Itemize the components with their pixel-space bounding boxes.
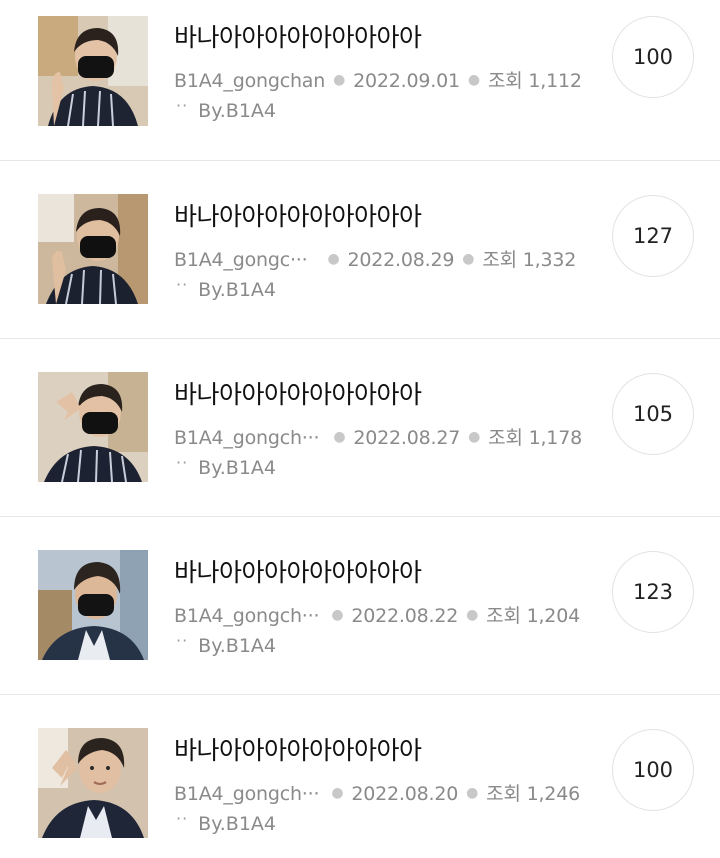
post-date: 2022.08.29 [347, 249, 455, 271]
post-date: 2022.08.20 [351, 783, 459, 805]
post-meta: B1A4_gongchan ● 2022.09.01 ● 조회 1,112 [174, 66, 582, 93]
author-name[interactable]: B1A4_gongchan [174, 70, 325, 92]
post-thumbnail[interactable] [38, 372, 148, 482]
ellipsis-icon: ·· [176, 96, 189, 115]
separator-dot-icon: ● [331, 785, 344, 801]
post-date: 2022.08.27 [353, 427, 461, 449]
separator-dot-icon: ● [466, 785, 479, 801]
separator-dot-icon: ● [467, 72, 480, 88]
by-label: By.B1A4 [198, 100, 276, 122]
separator-dot-icon: ● [331, 607, 344, 623]
ellipsis-icon: ·· [176, 453, 189, 472]
list-item[interactable]: 바나아아아아아아아아아 B1A4_gongc··· ● 2022.08.29 ● 조회 … [0, 161, 720, 339]
post-thumbnail[interactable] [38, 550, 148, 660]
ellipsis-icon: ·· [176, 631, 189, 650]
author-name[interactable]: B1A4_gongch··· [174, 605, 320, 627]
ellipsis-icon: ·· [176, 275, 189, 294]
separator-dot-icon: ● [462, 251, 475, 267]
post-date: 2022.08.22 [351, 605, 459, 627]
post-meta: B1A4_gongc··· ● 2022.08.29 ● 조회 1,332 [174, 245, 576, 272]
post-byline: ·· By.B1A4 [176, 453, 276, 479]
comment-count-badge[interactable]: 123 [612, 551, 694, 633]
by-label: By.B1A4 [198, 457, 276, 479]
post-byline: ·· By.B1A4 [176, 275, 276, 301]
view-count: 조회 1,112 [487, 70, 582, 92]
post-date: 2022.09.01 [353, 70, 460, 92]
separator-dot-icon: ● [333, 429, 346, 445]
post-thumbnail[interactable] [38, 194, 148, 304]
post-thumbnail[interactable] [38, 728, 148, 838]
ellipsis-icon: ·· [176, 809, 189, 828]
separator-dot-icon: ● [333, 72, 346, 88]
list-item[interactable]: 바나아아아아아아아아아 B1A4_gongchan ● 2022.09.01 ● 조회 … [0, 0, 720, 161]
list-item[interactable]: 바나아아아아아아아아아 B1A4_gongch··· ● 2022.08.22 ● 조회… [0, 517, 720, 695]
post-byline: ·· By.B1A4 [176, 809, 276, 835]
list-item[interactable]: 바나아아아아아아아아아 B1A4_gongch··· ● 2022.08.20 ● 조회… [0, 695, 720, 858]
view-count: 조회 1,178 [488, 427, 582, 449]
view-count: 조회 1,204 [486, 605, 580, 627]
post-byline: ·· By.B1A4 [176, 96, 276, 122]
separator-dot-icon: ● [327, 251, 340, 267]
separator-dot-icon: ● [466, 607, 479, 623]
comment-count-badge[interactable]: 100 [612, 729, 694, 811]
author-name[interactable]: B1A4_gongch··· [174, 783, 320, 805]
author-name[interactable]: B1A4_gongc··· [174, 249, 308, 271]
list-item[interactable]: 바나아아아아아아아아아 B1A4_gongch··· ● 2022.08.27 ● 조회… [0, 339, 720, 517]
post-title[interactable]: 바나아아아아아아아아아 [174, 553, 422, 589]
post-meta: B1A4_gongch··· ● 2022.08.20 ● 조회 1,246 [174, 779, 580, 806]
post-list: 바나아아아아아아아아아 B1A4_gongchan ● 2022.09.01 ● 조회 … [0, 0, 720, 858]
view-count: 조회 1,246 [486, 783, 580, 805]
by-label: By.B1A4 [198, 279, 276, 301]
comment-count-badge[interactable]: 105 [612, 373, 694, 455]
comment-count-badge[interactable]: 127 [612, 195, 694, 277]
by-label: By.B1A4 [198, 635, 276, 657]
view-count: 조회 1,332 [482, 249, 577, 271]
post-title[interactable]: 바나아아아아아아아아아 [174, 197, 422, 233]
post-title[interactable]: 바나아아아아아아아아아 [174, 731, 422, 767]
post-meta: B1A4_gongch··· ● 2022.08.27 ● 조회 1,178 [174, 423, 582, 450]
comment-count-badge[interactable]: 100 [612, 16, 694, 98]
post-thumbnail[interactable] [38, 16, 148, 126]
post-title[interactable]: 바나아아아아아아아아아 [174, 375, 422, 411]
separator-dot-icon: ● [468, 429, 481, 445]
post-title[interactable]: 바나아아아아아아아아아 [174, 18, 422, 54]
post-meta: B1A4_gongch··· ● 2022.08.22 ● 조회 1,204 [174, 601, 580, 628]
post-byline: ·· By.B1A4 [176, 631, 276, 657]
by-label: By.B1A4 [198, 813, 276, 835]
author-name[interactable]: B1A4_gongch··· [174, 427, 320, 449]
